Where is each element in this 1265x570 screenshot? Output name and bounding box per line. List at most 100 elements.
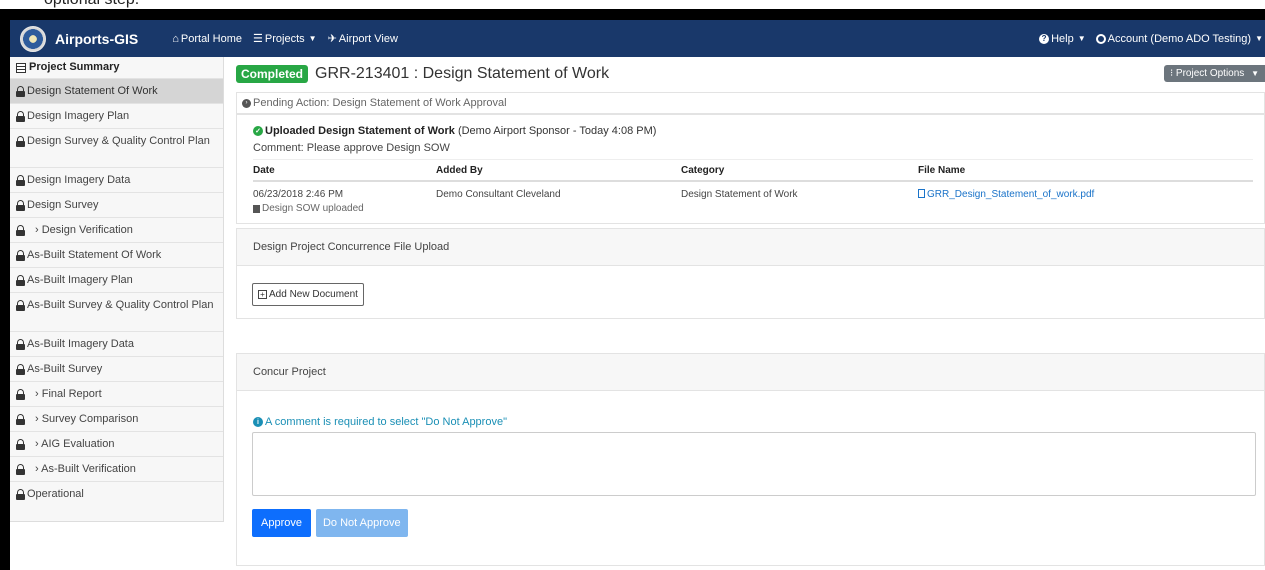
sidebar-item-label: As-Built Imagery Data (27, 338, 134, 350)
main-content: Completed GRR-213401 : Design Statement … (236, 57, 1265, 570)
concurrence-upload-heading: Design Project Concurrence File Upload (237, 229, 1264, 266)
cell-date-value: 06/23/2018 2:46 PM (253, 189, 344, 200)
lock-icon (16, 275, 25, 286)
sidebar-item-asbuilt-sow[interactable]: As-Built Statement Of Work (10, 242, 223, 267)
user-circle-icon (1095, 33, 1106, 44)
col-file-name: File Name (918, 159, 1253, 182)
col-added-by: Added By (436, 159, 681, 182)
home-icon: ⌂ (172, 32, 179, 45)
screenshot-frame: Airports-GIS ⌂ Portal Home ☰ Projects ▼ … (0, 9, 1265, 570)
nav-airport-view[interactable]: ✈ Airport View (328, 32, 398, 46)
table-header-row: Date Added By Category File Name (253, 159, 1253, 182)
comment-textarea[interactable] (252, 432, 1256, 496)
project-options-button[interactable]: ⁝ Project Options ▼ (1163, 65, 1265, 82)
nav-projects[interactable]: ☰ Projects ▼ (253, 32, 317, 46)
faa-seal-icon (20, 25, 46, 52)
lock-icon (16, 250, 25, 261)
file-icon (918, 189, 925, 198)
sidebar-item-asbuilt-imagery-plan[interactable]: As-Built Imagery Plan (10, 267, 223, 292)
nav-portal-home[interactable]: ⌂ Portal Home (172, 33, 242, 45)
caret-down-icon: ▼ (1077, 34, 1086, 43)
concur-project-card: Concur Project i A comment is required t… (236, 353, 1265, 566)
concurrence-upload-card: Design Project Concurrence File Upload +… (236, 228, 1265, 319)
sidebar-item-design-verification[interactable]: › Design Verification (10, 217, 223, 242)
sidebar-item-label: As-Built Survey & Quality Control Plan (27, 299, 214, 311)
sidebar: Project Summary Design Statement Of Work… (10, 57, 224, 522)
file-link-text: GRR_Design_Statement_of_work.pdf (927, 189, 1095, 200)
project-options-label: Project Options (1175, 68, 1245, 79)
upload-title: Uploaded Design Statement of Work (265, 125, 455, 137)
check-circle-icon: ✓ (253, 126, 263, 136)
add-new-document-button[interactable]: + Add New Document (252, 283, 364, 306)
upload-note-text: Design SOW uploaded (262, 203, 364, 214)
sticky-note-icon (253, 204, 260, 213)
sidebar-item-label: › AIG Evaluation (35, 438, 115, 450)
brand[interactable]: Airports-GIS (20, 25, 139, 52)
nav-links: ⌂ Portal Home ☰ Projects ▼ ✈ Airport Vie… (172, 32, 409, 46)
sidebar-item-design-imagery-plan[interactable]: Design Imagery Plan (10, 103, 223, 128)
lock-icon (16, 364, 25, 375)
cell-date: 06/23/2018 2:46 PM Design SOW uploaded (253, 181, 436, 217)
list-icon (16, 62, 26, 73)
lock-icon (16, 389, 25, 400)
title-row: Completed GRR-213401 : Design Statement … (236, 57, 1265, 90)
sidebar-item-label: Operational (27, 488, 84, 500)
sidebar-item-label: Design Survey (27, 199, 99, 211)
cell-added-by: Demo Consultant Cleveland (436, 189, 561, 200)
col-date: Date (253, 159, 436, 182)
caret-down-icon: ▼ (308, 34, 317, 43)
sidebar-item-label: Design Statement Of Work (27, 85, 158, 97)
sidebar-item-survey-comparison[interactable]: › Survey Comparison (10, 406, 223, 431)
sidebar-item-design-survey[interactable]: Design Survey (10, 192, 223, 217)
top-navbar: Airports-GIS ⌂ Portal Home ☰ Projects ▼ … (10, 20, 1265, 57)
sidebar-item-asbuilt-imagery-data[interactable]: As-Built Imagery Data (10, 331, 223, 356)
sidebar-item-asbuilt-verification[interactable]: › As-Built Verification (10, 456, 223, 481)
sidebar-project-summary[interactable]: Project Summary (10, 57, 223, 78)
sidebar-header-label: Project Summary (29, 61, 120, 73)
sidebar-item-label: As-Built Statement Of Work (27, 249, 162, 261)
plus-square-icon: + (258, 290, 267, 299)
do-not-approve-button[interactable]: Do Not Approve (315, 509, 408, 537)
sidebar-item-label: › Final Report (35, 388, 102, 400)
nav-right: ? Help ▼ Account (Demo ADO Testing) ▼ (1039, 33, 1263, 45)
sidebar-item-design-survey-qc-plan[interactable]: Design Survey & Quality Control Plan (10, 128, 223, 167)
upload-comment: Comment: Please approve Design SOW (253, 142, 450, 154)
nav-airport-view-label: Airport View (338, 32, 398, 45)
nav-portal-home-label: Portal Home (180, 32, 243, 45)
sidebar-item-operational[interactable]: Operational (10, 481, 223, 506)
sidebar-item-label: › Design Verification (35, 224, 133, 236)
sidebar-item-design-sow[interactable]: Design Statement Of Work (10, 78, 223, 103)
status-badge: Completed (236, 64, 309, 83)
table-row: 06/23/2018 2:46 PM Design SOW uploaded D… (253, 181, 1253, 217)
sidebar-item-asbuilt-survey-qc-plan[interactable]: As-Built Survey & Quality Control Plan (10, 292, 223, 331)
brand-name: Airports-GIS (55, 30, 139, 47)
approve-button[interactable]: Approve (252, 509, 311, 537)
upload-meta: (Demo Airport Sponsor - Today 4:08 PM) (457, 125, 657, 137)
lock-icon (16, 175, 25, 186)
nav-account[interactable]: Account (Demo ADO Testing) ▼ (1095, 32, 1263, 45)
upload-title-row: ✓ Uploaded Design Statement of Work (Dem… (253, 125, 1254, 137)
info-circle-icon: i (253, 417, 263, 427)
lock-icon (16, 439, 25, 450)
comment-required-info: i A comment is required to select "Do No… (253, 416, 507, 428)
question-circle-icon: ? (1039, 33, 1050, 44)
sidebar-item-asbuilt-survey[interactable]: As-Built Survey (10, 356, 223, 381)
page-caption: optional step. (44, 0, 139, 9)
cell-file-name: GRR_Design_Statement_of_work.pdf (918, 181, 1253, 217)
lock-icon (16, 200, 25, 211)
sidebar-item-final-report[interactable]: › Final Report (10, 381, 223, 406)
lock-icon (16, 489, 25, 500)
nav-help-label: Help (1051, 32, 1074, 45)
nav-account-label: Account (Demo ADO Testing) (1107, 32, 1252, 45)
add-new-document-label: Add New Document (269, 289, 358, 300)
col-category: Category (681, 159, 918, 182)
lock-icon (16, 414, 25, 425)
app-window: Airports-GIS ⌂ Portal Home ☰ Projects ▼ … (10, 20, 1265, 570)
file-link[interactable]: GRR_Design_Statement_of_work.pdf (918, 189, 1094, 200)
upload-note: Design SOW uploaded (253, 203, 436, 214)
sidebar-item-aig-evaluation[interactable]: › AIG Evaluation (10, 431, 223, 456)
nav-help[interactable]: ? Help ▼ (1039, 33, 1086, 45)
file-table: Date Added By Category File Name 06/23/2… (253, 159, 1253, 217)
sidebar-item-design-imagery-data[interactable]: Design Imagery Data (10, 167, 223, 192)
upload-card: ✓ Uploaded Design Statement of Work (Dem… (236, 114, 1265, 224)
